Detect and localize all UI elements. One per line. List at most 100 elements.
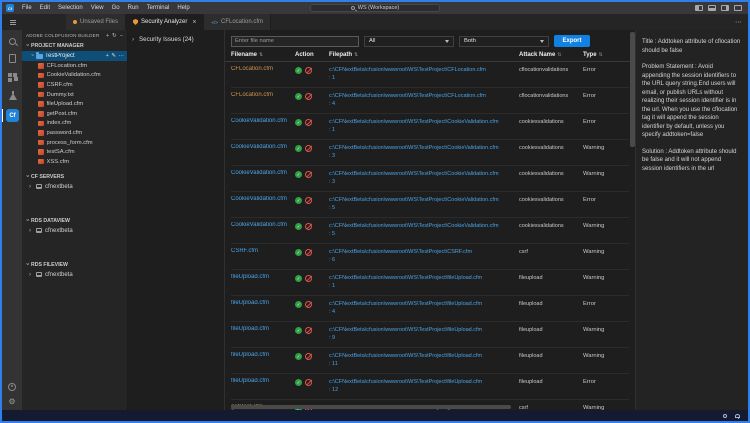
sort-icon[interactable]: ⇅ <box>259 52 263 58</box>
command-center[interactable]: WS (Workspace) <box>310 4 440 12</box>
status-indicator-icon[interactable] <box>723 414 727 418</box>
activity-extensions[interactable] <box>2 72 22 82</box>
issue-filepath-link[interactable]: c:\CFNextBeta\cfusion\wwwroot\WS\TestPro… <box>329 222 519 238</box>
issue-filename-link[interactable]: CookieValidation.cfm <box>231 170 295 176</box>
customize-layout-icon[interactable] <box>734 5 742 11</box>
more-actions-icon[interactable]: ⋯ <box>729 14 748 30</box>
sort-icon[interactable]: ⇅ <box>557 52 561 58</box>
issue-filepath-link[interactable]: c:\CFNextBeta\cfusion\wwwroot\WS\TestPro… <box>329 300 519 316</box>
table-row[interactable]: CookieValidation.cfm c:\CFNextBeta\cfusi… <box>231 114 629 140</box>
issue-filepath-link[interactable]: c:\CFNextBeta\cfusion\wwwroot\WS\TestPro… <box>329 144 519 160</box>
issue-filename-link[interactable]: CSRF.cfm <box>231 248 295 254</box>
dismiss-issue-icon[interactable] <box>305 379 312 386</box>
menu-item[interactable]: Run <box>124 2 143 14</box>
table-row[interactable]: CookieValidation.cfm c:\CFNextBeta\cfusi… <box>231 218 629 244</box>
collapse-all-icon[interactable]: − <box>120 33 123 39</box>
dismiss-issue-icon[interactable] <box>305 249 312 256</box>
issue-filename-link[interactable]: fileUpload.cfm <box>231 378 295 384</box>
activity-coldfusion[interactable]: Cf <box>2 109 22 122</box>
accept-issue-icon[interactable] <box>295 67 302 74</box>
horizontal-scrollbar[interactable] <box>231 405 511 409</box>
accept-issue-icon[interactable] <box>295 379 302 386</box>
vertical-scrollbar[interactable] <box>630 32 635 147</box>
dismiss-issue-icon[interactable] <box>305 119 312 126</box>
close-icon[interactable]: × <box>192 19 196 26</box>
activity-test[interactable] <box>2 91 22 100</box>
file-tree-item[interactable]: fileUpload.cfm <box>22 99 127 109</box>
file-tree-item[interactable]: CFLocation.cfm <box>22 61 127 71</box>
issue-filepath-link[interactable]: c:\CFNextBeta\cfusion\wwwroot\WS\TestPro… <box>329 196 519 212</box>
security-issues-header[interactable]: › Security Issues (24) <box>128 36 224 43</box>
table-row[interactable]: fileUpload.cfm c:\CFNextBeta\cfusion\www… <box>231 322 629 348</box>
issue-filepath-link[interactable]: c:\CFNextBeta\cfusion\wwwroot\WS\TestPro… <box>329 92 519 108</box>
issue-filename-link[interactable]: fileUpload.cfm <box>231 300 295 306</box>
sort-icon[interactable]: ⇅ <box>599 52 603 58</box>
server-tree-item[interactable]: › cfnextbeta <box>22 270 127 280</box>
dismiss-issue-icon[interactable] <box>305 67 312 74</box>
accept-issue-icon[interactable] <box>295 275 302 282</box>
menu-item[interactable]: View <box>87 2 108 14</box>
table-row[interactable]: CookieValidation.cfm c:\CFNextBeta\cfusi… <box>231 140 629 166</box>
file-tree-item[interactable]: process_form.cfm <box>22 138 127 148</box>
file-tree-item[interactable]: password.cfm <box>22 128 127 138</box>
dismiss-issue-icon[interactable] <box>305 301 312 308</box>
more-icon[interactable]: ⋯ <box>119 53 125 59</box>
accept-issue-icon[interactable] <box>295 93 302 100</box>
table-row[interactable]: fileUpload.cfm c:\CFNextBeta\cfusion\www… <box>231 374 629 400</box>
toggle-secondary-sidebar-icon[interactable] <box>721 5 729 11</box>
issue-filepath-link[interactable]: c:\CFNextBeta\cfusion\wwwroot\WS\TestPro… <box>329 248 519 264</box>
tab-security-analyzer[interactable]: Security Analyzer × <box>126 14 204 30</box>
file-tree-item[interactable]: XSS.cfm <box>22 157 127 167</box>
accept-issue-icon[interactable] <box>295 119 302 126</box>
accept-issue-icon[interactable] <box>295 197 302 204</box>
issue-filepath-link[interactable]: c:\CFNextBeta\cfusion\wwwroot\WS\TestPro… <box>329 352 519 368</box>
sidebar-section-header[interactable]: › CF SERVERS <box>22 172 127 182</box>
server-tree-item[interactable]: › cfnextbeta <box>22 182 127 192</box>
table-row[interactable]: fileUpload.cfm c:\CFNextBeta\cfusion\www… <box>231 270 629 296</box>
export-button[interactable]: Export <box>554 35 590 47</box>
dismiss-issue-icon[interactable] <box>305 223 312 230</box>
menu-item[interactable]: Edit <box>36 2 54 14</box>
file-tree-item[interactable]: index.cfm <box>22 119 127 129</box>
accept-issue-icon[interactable] <box>295 145 302 152</box>
table-row[interactable]: CookieValidation.cfm c:\CFNextBeta\cfusi… <box>231 166 629 192</box>
sort-icon[interactable]: ⇅ <box>354 52 358 58</box>
activity-explorer[interactable] <box>2 54 22 63</box>
accept-issue-icon[interactable] <box>295 171 302 178</box>
list-icon[interactable] <box>10 20 16 25</box>
dismiss-issue-icon[interactable] <box>305 197 312 204</box>
issue-filename-link[interactable]: fileUpload.cfm <box>231 352 295 358</box>
scope-dropdown[interactable]: Both <box>459 36 549 47</box>
file-tree-item[interactable]: testSA.cfm <box>22 147 127 157</box>
issue-filename-link[interactable]: CookieValidation.cfm <box>231 118 295 124</box>
table-row[interactable]: CFLocation.cfm c:\CFNextBeta\cfusion\www… <box>231 88 629 114</box>
edit-icon[interactable]: ✎ <box>111 53 116 59</box>
menu-item[interactable]: Go <box>108 2 124 14</box>
issue-filename-link[interactable]: fileUpload.cfm <box>231 274 295 280</box>
issue-filename-link[interactable]: CFLocation.cfm <box>231 92 295 98</box>
table-row[interactable]: CSRF.cfm c:\CFNextBeta\cfusion\wwwroot\W… <box>231 244 629 270</box>
settings-gear-icon[interactable]: ⚙ <box>8 398 15 406</box>
issue-filename-link[interactable]: CookieValidation.cfm <box>231 222 295 228</box>
table-row[interactable]: CookieValidation.cfm c:\CFNextBeta\cfusi… <box>231 192 629 218</box>
file-tree-item[interactable]: getPost.cfm <box>22 109 127 119</box>
add-icon[interactable]: + <box>106 33 109 39</box>
issue-filepath-link[interactable]: c:\CFNextBeta\cfusion\wwwroot\WS\TestPro… <box>329 118 519 134</box>
accept-issue-icon[interactable] <box>295 301 302 308</box>
tree-item-testproject[interactable]: › TestProject + ✎ ⋯ <box>22 51 127 61</box>
issue-filepath-link[interactable]: c:\CFNextBeta\cfusion\wwwroot\WS\TestPro… <box>329 378 519 394</box>
issue-filepath-link[interactable]: c:\CFNextBeta\cfusion\wwwroot\WS\TestPro… <box>329 326 519 342</box>
issue-filepath-link[interactable]: c:\CFNextBeta\cfusion\wwwroot\WS\TestPro… <box>329 274 519 290</box>
filename-filter-input[interactable] <box>231 36 359 47</box>
file-tree-item[interactable]: CookieValidation.cfm <box>22 71 127 81</box>
dismiss-issue-icon[interactable] <box>305 327 312 334</box>
accept-issue-icon[interactable] <box>295 353 302 360</box>
dismiss-issue-icon[interactable] <box>305 353 312 360</box>
issue-filename-link[interactable]: CFLocation.cfm <box>231 66 295 72</box>
notifications-bell-icon[interactable] <box>735 414 740 418</box>
account-icon[interactable] <box>8 383 16 391</box>
accept-issue-icon[interactable] <box>295 249 302 256</box>
dismiss-issue-icon[interactable] <box>305 275 312 282</box>
sidebar-section-header[interactable]: › RDS FILEVIEW <box>22 260 127 270</box>
dismiss-issue-icon[interactable] <box>305 145 312 152</box>
